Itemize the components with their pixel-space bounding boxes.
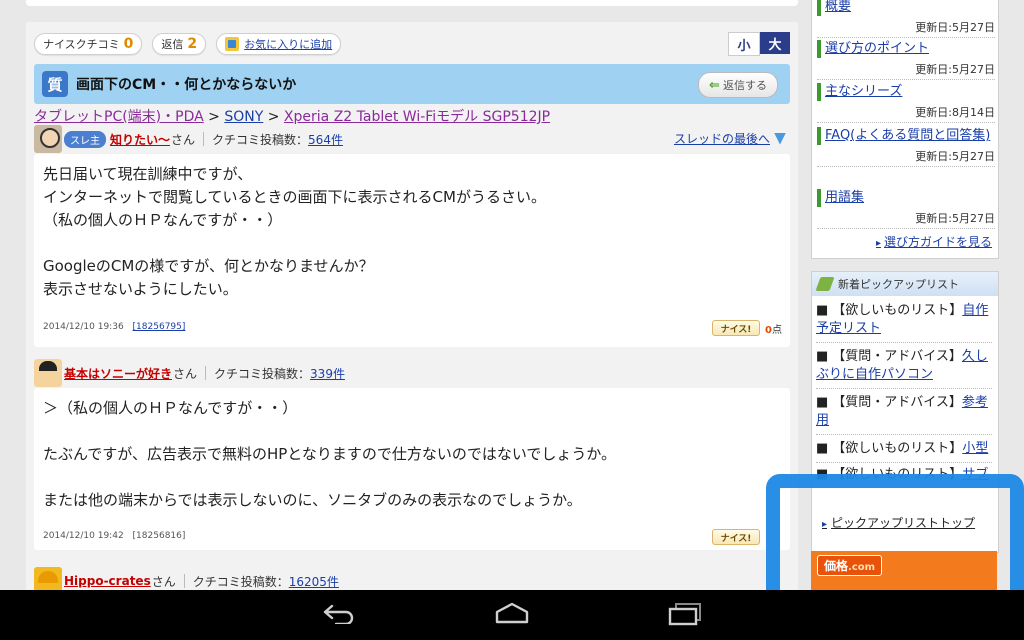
nice-button[interactable]: ナイス! <box>712 320 760 336</box>
reply-button-label: 返信する <box>722 79 767 92</box>
guide-date: 更新日:5月27日 <box>817 148 995 167</box>
pickup-category: 【質問・アドバイス】 <box>832 395 962 410</box>
post-meta: 2014/12/10 19:36 [18256795] <box>43 322 185 332</box>
font-size-switch: 小 大 <box>728 32 790 56</box>
breadcrumb-product[interactable]: Xperia Z2 Tablet Wi-Fiモデル SGP512JP <box>284 109 550 125</box>
thread-title: 画面下のCM・・何とかならないか <box>76 77 297 93</box>
reply-button[interactable]: ⇐ 返信する <box>698 72 778 98</box>
author-name[interactable]: 知りたい〜 <box>110 131 170 148</box>
post-count-label: クチコミ投稿数： <box>212 132 309 147</box>
divider <box>183 574 185 588</box>
nice-count-pill[interactable]: ナイスクチコミ 0 <box>34 33 143 55</box>
reply-label: 返信 <box>161 38 184 51</box>
guide-date: 更新日:5月27日 <box>817 61 995 80</box>
font-small-button[interactable]: 小 <box>728 32 760 56</box>
divider <box>205 366 207 380</box>
guide-date: 更新日:5月27日 <box>817 210 995 229</box>
breadcrumb-category[interactable]: タブレットPC(端末)・PDA <box>34 109 204 125</box>
question-icon: 質 <box>42 71 68 97</box>
post-count-link[interactable]: 564件 <box>308 131 343 148</box>
guide-item: 選び方のポイント 更新日:5月27日 <box>817 40 995 80</box>
guide-link-glossary[interactable]: 用語集 <box>817 189 995 207</box>
post-id: [18256816] <box>132 531 186 541</box>
nice-points: 0点 <box>765 321 782 336</box>
points-suffix: 点 <box>771 325 782 336</box>
breadcrumb-sep: > <box>208 109 220 125</box>
post-count-link[interactable]: 16205件 <box>289 573 339 590</box>
author-honorific: さん <box>151 574 176 589</box>
author-honorific: さん <box>171 132 196 147</box>
pickup-category: 【質問・アドバイス】 <box>832 349 962 364</box>
previous-card-edge <box>26 0 798 6</box>
pickup-list-item[interactable]: ■ 【質問・アドバイス】参考用 <box>816 394 992 435</box>
system-navigation-bar <box>0 590 1024 640</box>
favorite-link[interactable]: お気に入りに追加 <box>244 36 332 52</box>
breadcrumb-maker[interactable]: SONY <box>224 109 263 125</box>
post-body: ＞（私の個人のＨＰなんですが・・） たぶんですが、広告表示で無料のHPとなります… <box>43 399 617 509</box>
pickup-list-title: 新着ピックアップリスト <box>838 278 959 291</box>
thread-panel: ナイスクチコミ 0 返信 2 お気に入りに追加 小 大 質 画面下のCM・・何と… <box>26 22 798 595</box>
guide-item: 概要 更新日:5月27日 <box>817 0 995 38</box>
reply-count: 2 <box>187 36 198 52</box>
breadcrumb-sep: > <box>267 109 280 125</box>
breadcrumb: タブレットPC(端末)・PDA > SONY > Xperia Z2 Table… <box>34 106 550 126</box>
pickup-list-item[interactable]: ■ 【質問・アドバイス】久しぶりに自作パソコン <box>816 348 992 389</box>
nice-label: ナイスクチコミ <box>43 38 120 51</box>
post-card: ＞（私の個人のＨＰなんですが・・） たぶんですが、広告表示で無料のHPとなります… <box>34 388 790 550</box>
points-value: 0 <box>765 325 772 336</box>
avatar[interactable] <box>34 359 62 387</box>
post-count-label: クチコミ投稿数： <box>192 574 289 589</box>
pickup-category: 【欲しいものリスト】 <box>832 441 963 456</box>
home-icon[interactable] <box>494 602 530 624</box>
buying-guide-card: 概要 更新日:5月27日 選び方のポイント 更新日:5月27日 主なシリーズ 更… <box>811 0 999 259</box>
avatar[interactable] <box>34 125 62 153</box>
font-large-button[interactable]: 大 <box>760 32 790 54</box>
post-author-row: スレ主 知りたい〜 さん クチコミ投稿数： 564件 スレッドの最後へ <box>34 125 790 153</box>
guide-item: 主なシリーズ 更新日:8月14日 <box>817 83 995 123</box>
post-count-label: クチコミ投稿数： <box>214 366 311 381</box>
guide-date: 更新日:8月14日 <box>817 104 995 123</box>
guide-link-series[interactable]: 主なシリーズ <box>817 83 995 101</box>
pickup-list-item[interactable]: ■ 【欲しいものリスト】自作予定リスト <box>816 302 992 343</box>
goto-end-label: スレッドの最後へ <box>673 132 770 146</box>
down-arrow-icon <box>774 132 786 145</box>
recent-apps-icon[interactable] <box>668 602 702 626</box>
post-count-link[interactable]: 339件 <box>310 365 345 382</box>
guide-item: FAQ(よくある質問と回答集) 更新日:5月27日 <box>817 127 995 167</box>
reply-count-pill[interactable]: 返信 2 <box>152 33 207 55</box>
pickup-list-header: 新着ピックアップリスト <box>812 272 998 296</box>
guide-item: 用語集 更新日:5月27日 <box>817 189 995 229</box>
guide-link-faq[interactable]: FAQ(よくある質問と回答集) <box>817 127 995 145</box>
pickup-list-item[interactable]: ■ 【欲しいものリスト】小型 <box>816 440 992 463</box>
favorite-icon <box>225 37 240 51</box>
nice-button[interactable]: ナイス! <box>712 529 760 545</box>
see-buying-guide-link[interactable]: 選び方ガイドを見る <box>876 233 992 250</box>
guide-link-overview[interactable]: 概要 <box>817 0 995 16</box>
thread-toolbar: ナイスクチコミ 0 返信 2 お気に入りに追加 <box>34 32 342 56</box>
reply-arrow-icon: ⇐ <box>709 77 720 93</box>
thread-starter-badge: スレ主 <box>64 130 106 148</box>
post-id-link[interactable]: [18256795] <box>133 322 186 332</box>
pencil-icon <box>815 277 835 291</box>
post-meta: 2014/12/10 19:42 [18256816] <box>43 531 185 541</box>
back-icon[interactable] <box>322 602 356 624</box>
divider <box>203 132 205 146</box>
nice-count: 0 <box>123 36 134 52</box>
post-author-row: 基本はソニーが好き さん クチコミ投稿数： 339件 <box>34 359 790 387</box>
pickup-link[interactable]: 小型 <box>962 441 988 456</box>
goto-thread-end-link[interactable]: スレッドの最後へ <box>674 130 786 147</box>
author-name[interactable]: 基本はソニーが好き <box>64 365 172 382</box>
pickup-category: 【欲しいものリスト】 <box>832 303 963 318</box>
post-card: 先日届いて現在訓練中ですが、 インターネットで閲覧しているときの画面下に表示され… <box>34 154 790 347</box>
guide-date: 更新日:5月27日 <box>817 19 995 38</box>
post-datetime: 2014/12/10 19:42 <box>43 531 124 541</box>
guide-link-points[interactable]: 選び方のポイント <box>817 40 995 58</box>
post-body: 先日届いて現在訓練中ですが、 インターネットで閲覧しているときの画面下に表示され… <box>43 165 546 298</box>
author-name[interactable]: Hippo-crates <box>64 574 151 588</box>
post-datetime: 2014/12/10 19:36 <box>43 322 124 332</box>
author-honorific: さん <box>173 366 198 381</box>
favorite-button[interactable]: お気に入りに追加 <box>216 33 342 55</box>
thread-title-bar: 質 画面下のCM・・何とかならないか ⇐ 返信する <box>34 64 790 104</box>
